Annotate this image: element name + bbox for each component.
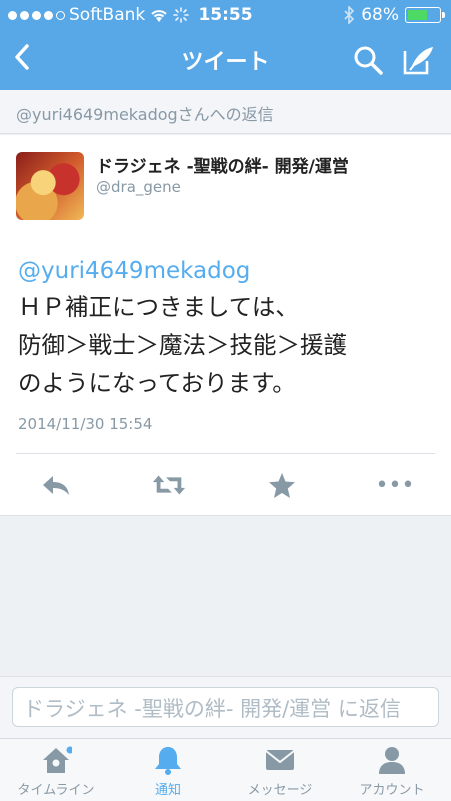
reply-context[interactable]: @yuri4649mekadogさんへの返信 (0, 90, 451, 134)
more-options-icon[interactable]: ••• (376, 471, 415, 499)
navigation-bar: ツイート (0, 32, 451, 90)
tab-label: メッセージ (247, 783, 313, 798)
timestamp: 2014/11/30 15:54 (18, 415, 153, 433)
status-bar: SoftBank 15:55 68% (0, 0, 451, 32)
reply-bar: ドラジェネ -聖戦の絆- 開発/運営 に返信 (0, 676, 451, 739)
search-icon[interactable] (352, 44, 384, 76)
battery-icon (405, 7, 445, 23)
reply-input[interactable]: ドラジェネ -聖戦の絆- 開発/運営 に返信 (12, 687, 439, 727)
mention-link[interactable]: @yuri4649mekadog (18, 258, 250, 284)
tweet-line: のようになっております。 (18, 369, 296, 397)
tweet-line: ＨＰ補正につきましては、 (18, 293, 299, 321)
tab-timeline[interactable]: タイムライン (0, 739, 112, 801)
tab-notifications[interactable]: 通知 (112, 739, 224, 801)
person-icon (379, 747, 405, 774)
tab-label: 通知 (154, 783, 181, 798)
tweet-detail: ドラジェネ -聖戦の絆- 開発/運営 @dra_gene @yuri4649me… (0, 135, 451, 516)
tab-label: タイムライン (17, 783, 95, 798)
tweet-text: ＨＰ補正につきましては、 防御＞戦士＞魔法＞技能＞援護 のようになっております。 (18, 288, 438, 402)
retweet-icon[interactable] (151, 471, 187, 499)
battery-percent: 68% (361, 5, 399, 25)
empty-area (0, 516, 451, 676)
author-handle[interactable]: @dra_gene (96, 178, 181, 196)
bluetooth-icon (344, 6, 355, 24)
reply-icon[interactable] (38, 471, 74, 499)
author-name[interactable]: ドラジェネ -聖戦の絆- 開発/運営 (96, 152, 349, 177)
tab-account[interactable]: アカウント (336, 739, 448, 801)
bell-icon (155, 747, 181, 775)
tweet-line: 防御＞戦士＞魔法＞技能＞援護 (18, 331, 347, 359)
avatar[interactable] (16, 152, 84, 220)
favorite-star-icon[interactable] (264, 471, 300, 499)
compose-icon[interactable] (402, 44, 436, 76)
tab-bar: タイムライン 通知 メッセージ アカウント (0, 738, 451, 801)
envelope-icon (265, 750, 295, 770)
home-icon (43, 746, 72, 773)
tab-messages[interactable]: メッセージ (224, 739, 336, 801)
header: SoftBank 15:55 68% ツイート (0, 0, 451, 90)
battery-level (408, 10, 427, 20)
tab-label: アカウント (359, 783, 425, 798)
action-bar: ••• (0, 453, 451, 515)
